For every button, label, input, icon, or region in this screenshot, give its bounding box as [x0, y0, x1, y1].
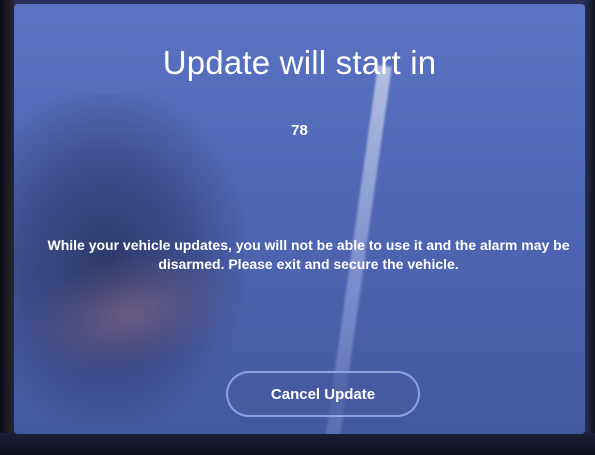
bezel-right-edge	[585, 0, 595, 455]
update-warning-message: While your vehicle updates, you will not…	[47, 237, 570, 272]
bezel-left-edge	[0, 0, 14, 455]
photo-of-screen: Update will start in 78 While your vehic…	[0, 0, 595, 455]
countdown-timer: 78	[291, 122, 308, 139]
dialog-title: Update will start in	[162, 44, 437, 81]
bezel-bottom-edge	[0, 433, 595, 455]
cancel-update-button[interactable]: Cancel Update	[226, 371, 420, 417]
update-countdown-screen: Update will start in 78 While your vehic…	[14, 4, 585, 434]
